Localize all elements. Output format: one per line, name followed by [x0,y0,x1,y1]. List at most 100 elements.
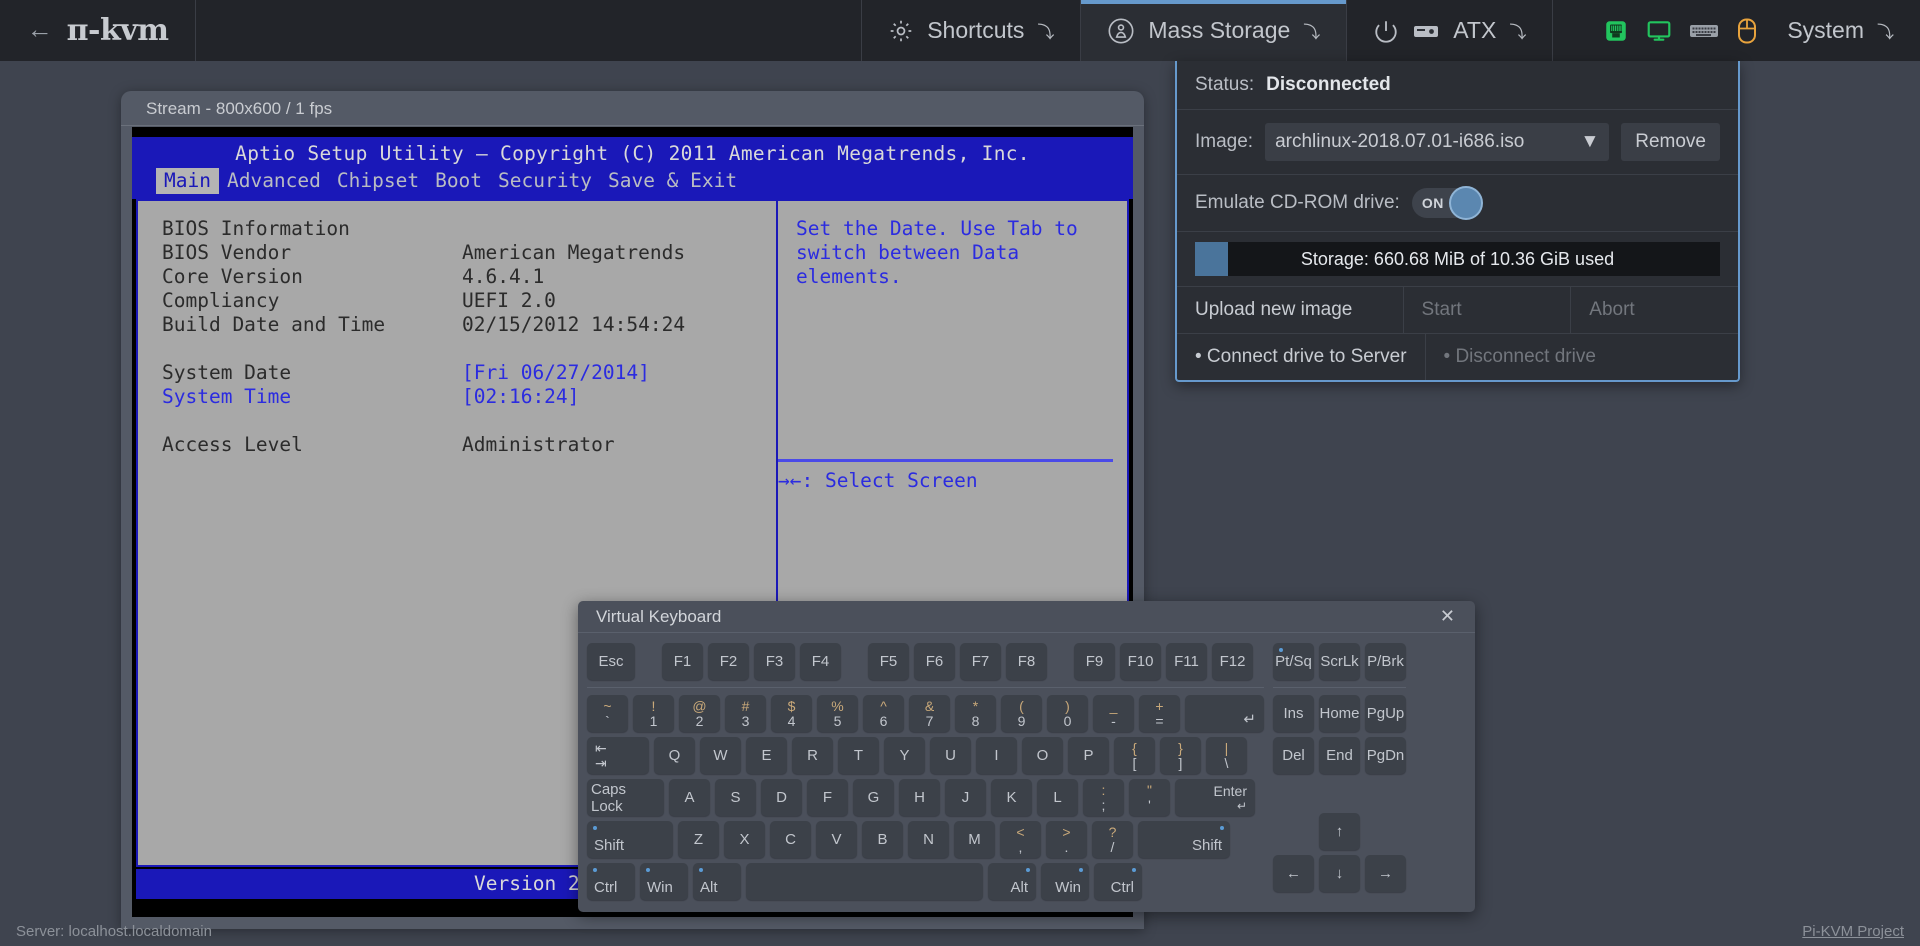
key-v[interactable]: V [816,821,857,858]
abort-upload-button[interactable]: Abort [1571,287,1738,333]
key-shift[interactable]: Shift [1138,821,1230,858]
bios-datetime-rows[interactable]: System Date[Fri 06/27/2014]System Time[0… [162,361,776,409]
key-f[interactable]: F [807,779,848,816]
key-undefined-undefined[interactable] [746,863,983,900]
key-pt-sq[interactable]: Pt/Sq [1273,643,1314,680]
key-enter[interactable]: Enter↵ [1175,779,1255,816]
key-key[interactable]: ⇤⇥ [587,737,649,774]
key-f4[interactable]: F4 [800,643,841,680]
key-scrlk[interactable]: ScrLk [1319,643,1360,680]
key-7[interactable]: &7 [909,695,950,732]
key-home[interactable]: Home [1319,695,1360,732]
key-f10[interactable]: F10 [1120,643,1161,680]
key-5[interactable]: %5 [817,695,858,732]
nav-item-system[interactable]: System ⤵ [1553,0,1920,61]
key-a[interactable]: A [669,779,710,816]
key-pgdn[interactable]: PgDn [1365,737,1406,774]
key-ins[interactable]: Ins [1273,695,1314,732]
bios-tab-chipset[interactable]: Chipset [329,168,427,194]
key-9[interactable]: (9 [1001,695,1042,732]
key-k[interactable]: K [991,779,1032,816]
key-key[interactable]: |\ [1206,737,1247,774]
key-c[interactable]: C [770,821,811,858]
emulate-cdrom-toggle-wrap[interactable]: ON [1412,188,1480,218]
key-del[interactable]: Del [1273,737,1314,774]
bios-info-row[interactable]: System Time[02:16:24] [162,385,776,409]
key-6[interactable]: ^6 [863,695,904,732]
bios-tab-advanced[interactable]: Advanced [219,168,329,194]
nav-item-mass-storage[interactable]: Mass Storage ⤵ [1081,0,1346,61]
bios-tab-main[interactable]: Main [156,168,219,194]
key-pgup[interactable]: PgUp [1365,695,1406,732]
key-x[interactable]: X [724,821,765,858]
key-m[interactable]: M [954,821,995,858]
key-f5[interactable]: F5 [868,643,909,680]
key-r[interactable]: R [792,737,833,774]
key-d[interactable]: D [761,779,802,816]
key-f8[interactable]: F8 [1006,643,1047,680]
key-key[interactable]: ~` [587,695,628,732]
key-i[interactable]: I [976,737,1017,774]
key-8[interactable]: *8 [955,695,996,732]
key-3[interactable]: #3 [725,695,766,732]
key-o[interactable]: O [1022,737,1063,774]
key-key[interactable]: <, [1000,821,1041,858]
key-alt[interactable]: Alt [693,863,741,900]
key-ctrl[interactable]: Ctrl [1094,863,1142,900]
key-f1[interactable]: F1 [662,643,703,680]
key-p-brk[interactable]: P/Brk [1365,643,1406,680]
key-f12[interactable]: F12 [1212,643,1253,680]
key-f9[interactable]: F9 [1074,643,1115,680]
key-key[interactable]: _- [1093,695,1134,732]
bios-info-row[interactable]: System Date[Fri 06/27/2014] [162,361,776,385]
key-key[interactable]: ?/ [1092,821,1133,858]
key-b[interactable]: B [862,821,903,858]
key-z[interactable]: Z [678,821,719,858]
key-key[interactable]: {[ [1114,737,1155,774]
remove-button[interactable]: Remove [1621,123,1720,161]
key-u[interactable]: U [930,737,971,774]
key-ctrl[interactable]: Ctrl [587,863,635,900]
key-j[interactable]: J [945,779,986,816]
key-caps-lock[interactable]: Caps Lock [587,779,664,816]
key-key[interactable]: >. [1046,821,1087,858]
key-p[interactable]: P [1068,737,1109,774]
nav-item-shortcuts[interactable]: Shortcuts ⤵ [862,0,1080,61]
key-f3[interactable]: F3 [754,643,795,680]
key-alt[interactable]: Alt [988,863,1036,900]
key-e[interactable]: E [746,737,787,774]
key-key[interactable]: }] [1160,737,1201,774]
key-4[interactable]: $4 [771,695,812,732]
key-key[interactable]: "' [1129,779,1170,816]
key-shift[interactable]: Shift [587,821,673,858]
key-win[interactable]: Win [1041,863,1089,900]
key-g[interactable]: G [853,779,894,816]
key-key[interactable]: ↵ [1185,695,1264,732]
key-f11[interactable]: F11 [1166,643,1207,680]
back-arrow-icon[interactable]: ← [27,16,53,46]
key-key[interactable]: ↓ [1319,855,1360,892]
key-end[interactable]: End [1319,737,1360,774]
bios-tab-security[interactable]: Security [490,168,600,194]
start-upload-button[interactable]: Start [1404,287,1572,333]
connect-drive-button[interactable]: • Connect drive to Server [1177,334,1426,380]
key-2[interactable]: @2 [679,695,720,732]
key-0[interactable]: )0 [1047,695,1088,732]
disconnect-drive-button[interactable]: • Disconnect drive [1426,334,1738,380]
nav-item-atx[interactable]: ATX ⤵ [1347,0,1552,61]
emulate-cdrom-toggle[interactable]: ON [1412,188,1480,218]
key-key[interactable]: :; [1083,779,1124,816]
key-win[interactable]: Win [640,863,688,900]
key-n[interactable]: N [908,821,949,858]
key-1[interactable]: !1 [633,695,674,732]
bios-tab-boot[interactable]: Boot [427,168,490,194]
upload-new-image-button[interactable]: Upload new image [1177,287,1404,333]
key-h[interactable]: H [899,779,940,816]
key-key[interactable]: ↑ [1319,813,1360,850]
key-f2[interactable]: F2 [708,643,749,680]
bios-tab-save-exit[interactable]: Save & Exit [600,168,745,194]
key-key[interactable]: ← [1273,855,1314,892]
logo-area[interactable]: ← π-kvm [0,0,195,61]
key-f7[interactable]: F7 [960,643,1001,680]
key-l[interactable]: L [1037,779,1078,816]
